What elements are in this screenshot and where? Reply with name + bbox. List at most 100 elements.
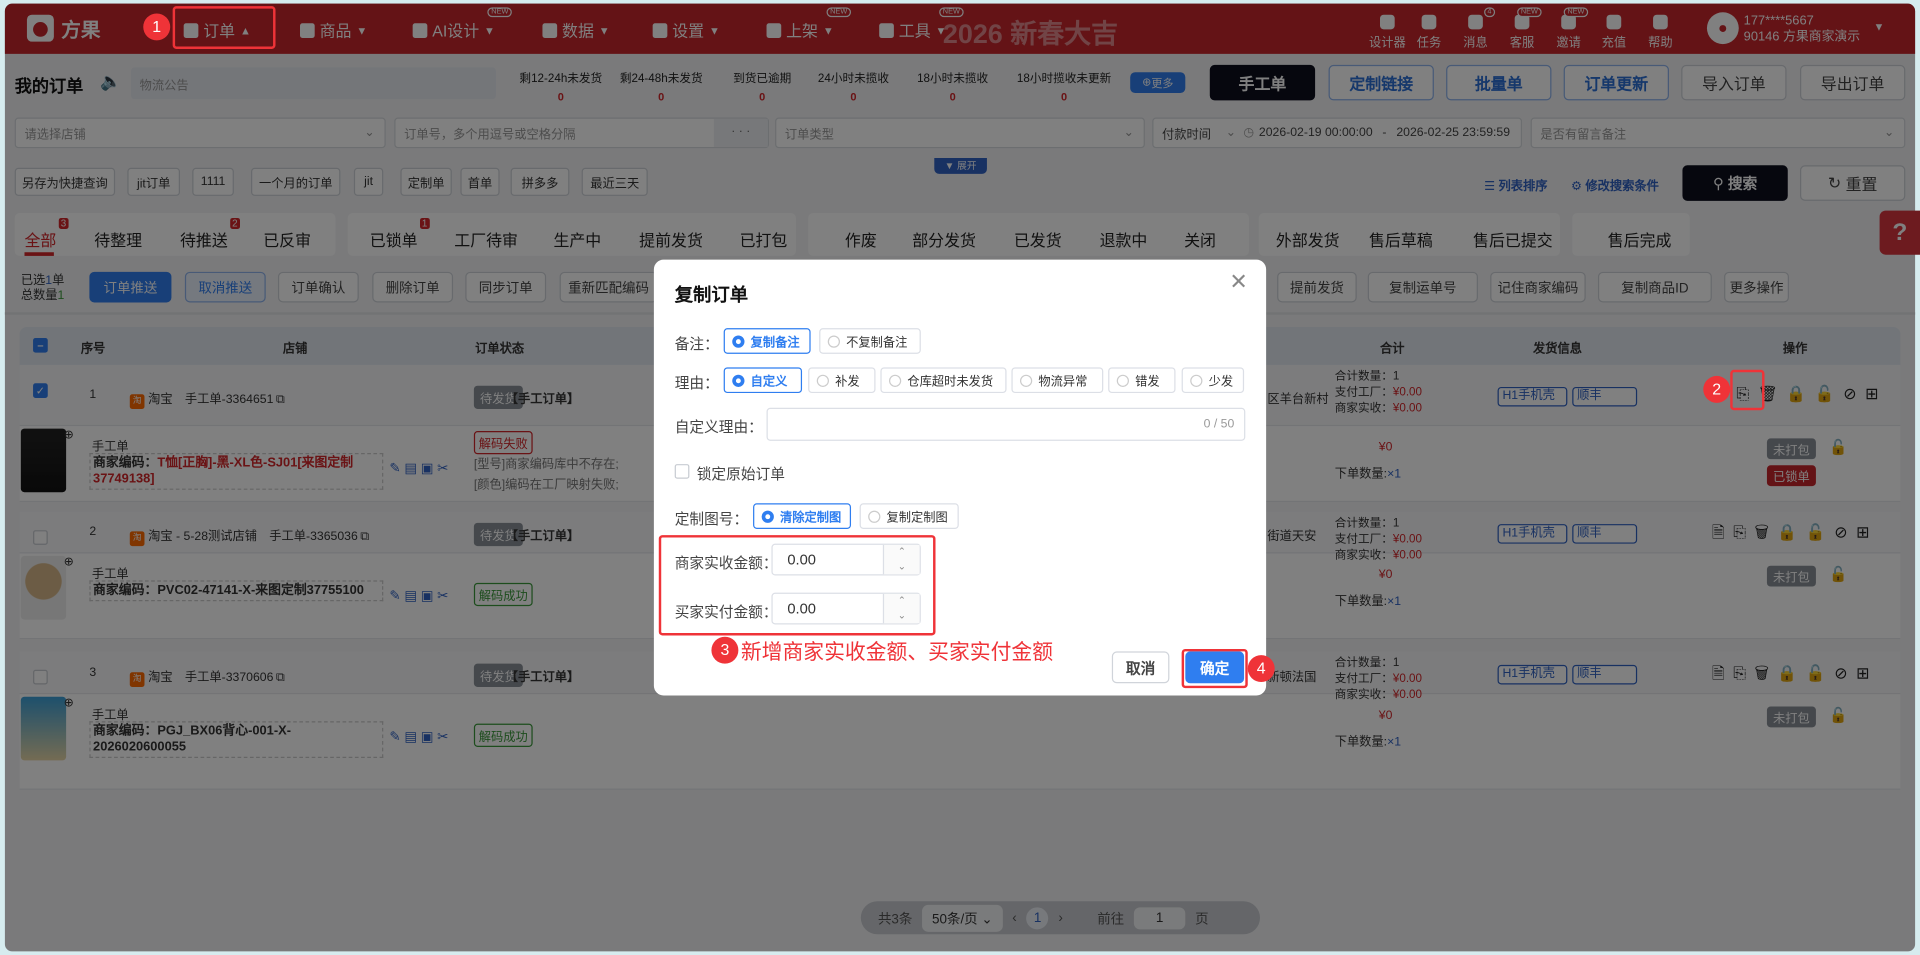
quick-filter-0[interactable]: 另存为快捷查询 bbox=[14, 167, 116, 196]
date-end[interactable]: 2026-02-25 23:59:59 bbox=[1396, 126, 1510, 139]
user-info[interactable]: 177****5667 90146 方果商家演示 bbox=[1744, 13, 1860, 45]
quick-filter-3[interactable]: 一个月的订单 bbox=[251, 167, 341, 196]
reason-option-2[interactable]: 仓库超时未发货 bbox=[880, 367, 1007, 394]
stat-2[interactable]: 到货已逾期 0 bbox=[729, 69, 796, 103]
item-edit-icons[interactable]: ✎▤▣✂ bbox=[389, 729, 452, 745]
tab-8[interactable]: 已打包 bbox=[740, 228, 788, 251]
batch-order-button[interactable]: 批量单 bbox=[1446, 64, 1552, 101]
export-orders-button[interactable]: 导出订单 bbox=[1800, 64, 1906, 101]
reason-option-4[interactable]: 错发 bbox=[1108, 367, 1176, 394]
design-option-1[interactable]: 复制定制图 bbox=[859, 503, 959, 529]
stat-5[interactable]: 18小时揽收未更新 0 bbox=[1014, 69, 1114, 103]
product-thumbnail[interactable] bbox=[20, 555, 67, 620]
tab-14[interactable]: 外部发货 bbox=[1276, 228, 1340, 251]
more-stats-button[interactable]: ⊕ 更多 bbox=[1130, 72, 1186, 94]
time-type-select[interactable]: 付款时间 bbox=[1162, 124, 1211, 142]
select-all-checkbox[interactable]: – bbox=[33, 337, 48, 353]
tool-4[interactable]: 邀请 NEW bbox=[1547, 7, 1591, 50]
row-action-icons[interactable]: 🗎⎘🗑🔒🔓⊘⊞ bbox=[1712, 522, 1878, 549]
cancel-button[interactable]: 取消 bbox=[1111, 651, 1170, 684]
product-select[interactable]: H1手机壳 bbox=[1497, 664, 1568, 684]
expand-toggle[interactable]: ▼ 展开 bbox=[934, 157, 987, 174]
tab-6[interactable]: 生产中 bbox=[553, 228, 601, 251]
tab-9[interactable]: 作废 bbox=[845, 228, 877, 251]
tool-0[interactable]: 设计器 bbox=[1365, 14, 1409, 50]
tool-3[interactable]: 客服 NEW bbox=[1500, 7, 1544, 50]
reason-option-1[interactable]: 补发 bbox=[808, 367, 876, 394]
tool-2[interactable]: 消息 4 bbox=[1453, 7, 1497, 50]
nav-item-1[interactable]: 商品 ▼ bbox=[300, 18, 367, 41]
quick-filter-1[interactable]: jit订单 bbox=[127, 167, 181, 196]
current-page[interactable]: 1 bbox=[1026, 906, 1049, 929]
remark-option-1[interactable]: 不复制备注 bbox=[819, 328, 921, 354]
nav-item-4[interactable]: 设置 ▼ bbox=[652, 18, 720, 41]
announcement-input[interactable]: 物流公告 bbox=[131, 67, 496, 100]
reason-option-5[interactable]: 少发 bbox=[1181, 367, 1245, 394]
action-button-2[interactable]: 订单确认 bbox=[277, 271, 359, 303]
design-option-0[interactable]: 清除定制图 bbox=[753, 503, 852, 529]
tab-11[interactable]: 已发货 bbox=[1014, 228, 1062, 251]
nav-item-3[interactable]: 数据 ▼ bbox=[542, 18, 610, 41]
import-orders-button[interactable]: 导入订单 bbox=[1681, 64, 1787, 101]
nav-item-5[interactable]: 上架 ▼ NEW bbox=[766, 7, 851, 41]
action-button-8[interactable]: 记住商家编码 bbox=[1490, 271, 1586, 303]
quick-filter-7[interactable]: 拼多多 bbox=[510, 167, 570, 196]
remark-select[interactable]: 是否有留言备注 ⌄ bbox=[1530, 117, 1906, 149]
goto-page-input[interactable]: 1 bbox=[1133, 906, 1186, 929]
express-select[interactable]: 顺丰 bbox=[1572, 386, 1638, 407]
row-checkbox[interactable] bbox=[33, 669, 48, 685]
date-range-picker[interactable]: 付款时间 ⌄ ◷ 2026-02-19 00:00:00 - 2026-02-25… bbox=[1152, 117, 1523, 149]
custom-link-button[interactable]: 定制链接 bbox=[1328, 64, 1434, 101]
order-type-select[interactable]: 订单类型 ⌄ bbox=[775, 117, 1145, 149]
user-menu-caret-icon[interactable]: ▼ bbox=[1873, 21, 1884, 33]
order-number[interactable]: 手工单-3364651 bbox=[185, 393, 273, 406]
express-select[interactable]: 顺丰 bbox=[1572, 524, 1638, 544]
copy-icon[interactable]: ⧉ bbox=[360, 530, 369, 543]
tool-5[interactable]: 充值 bbox=[1592, 14, 1636, 50]
page-size-select[interactable]: 50条/页 ⌄ bbox=[922, 904, 1003, 932]
reason-option-3[interactable]: 物流异常 bbox=[1011, 367, 1104, 394]
row-checkbox[interactable] bbox=[33, 530, 48, 545]
tab-3[interactable]: 已反审 bbox=[263, 228, 311, 251]
tab-1[interactable]: 待整理 bbox=[94, 228, 142, 251]
list-sort-link[interactable]: ☰ 列表排序 bbox=[1484, 175, 1547, 193]
search-button[interactable]: ⚲ 搜索 bbox=[1682, 165, 1788, 201]
stat-4[interactable]: 18小时未揽收 0 bbox=[915, 69, 991, 103]
lock-icon[interactable]: 🔓 bbox=[1829, 438, 1847, 455]
product-select[interactable]: H1手机壳 bbox=[1497, 386, 1568, 407]
prev-page-icon[interactable]: ‹ bbox=[1012, 910, 1016, 925]
tab-2[interactable]: 待推送 2 bbox=[180, 217, 241, 251]
order-number-input[interactable]: 订单号，多个用逗号或空格分隔 · · · bbox=[394, 117, 769, 149]
quick-filter-4[interactable]: jit bbox=[353, 167, 384, 196]
tab-7[interactable]: 提前发货 bbox=[639, 228, 703, 251]
action-button-3[interactable]: 删除订单 bbox=[372, 271, 454, 303]
order-number[interactable]: 手工单-3370606 bbox=[185, 670, 273, 683]
avatar[interactable]: ● bbox=[1706, 12, 1739, 45]
action-button-10[interactable]: 更多操作 bbox=[1724, 271, 1789, 303]
tab-10[interactable]: 部分发货 bbox=[912, 228, 976, 251]
tab-13[interactable]: 关闭 bbox=[1184, 228, 1216, 251]
more-options-button[interactable]: · · · bbox=[713, 118, 768, 147]
copy-icon[interactable]: ⧉ bbox=[276, 393, 285, 406]
custom-reason-input[interactable]: 0 / 50 bbox=[766, 407, 1246, 441]
tab-5[interactable]: 工厂待审 bbox=[454, 228, 518, 251]
shop-select[interactable]: 请选择店铺 ⌄ bbox=[14, 117, 386, 149]
quick-filter-5[interactable]: 定制单 bbox=[400, 167, 452, 196]
logo[interactable]: 方果 bbox=[26, 13, 100, 42]
action-button-5[interactable]: 重新匹配编码 bbox=[559, 271, 658, 303]
zoom-in-icon[interactable]: ⊕ bbox=[64, 556, 74, 569]
date-start[interactable]: 2026-02-19 00:00:00 bbox=[1259, 126, 1373, 139]
row-action-icons[interactable]: 🗎⎘🗑🔒🔓⊘⊞ bbox=[1712, 662, 1878, 689]
quick-filter-2[interactable]: 1111 bbox=[192, 167, 234, 196]
product-select[interactable]: H1手机壳 bbox=[1497, 524, 1568, 544]
quick-filter-8[interactable]: 最近三天 bbox=[581, 167, 648, 196]
row-checkbox[interactable]: ✓ bbox=[33, 383, 48, 398]
stat-0[interactable]: 剩12-24h未发货 0 bbox=[508, 69, 613, 103]
tool-1[interactable]: 任务 bbox=[1407, 14, 1451, 50]
tab-4[interactable]: 已锁单 1 bbox=[370, 217, 430, 251]
action-button-9[interactable]: 复制商品ID bbox=[1597, 271, 1712, 303]
action-button-6[interactable]: 提前发货 bbox=[1277, 271, 1357, 303]
next-page-icon[interactable]: › bbox=[1058, 910, 1062, 925]
close-icon[interactable]: ✕ bbox=[1229, 269, 1247, 295]
item-edit-icons[interactable]: ✎▤▣✂ bbox=[389, 588, 452, 604]
